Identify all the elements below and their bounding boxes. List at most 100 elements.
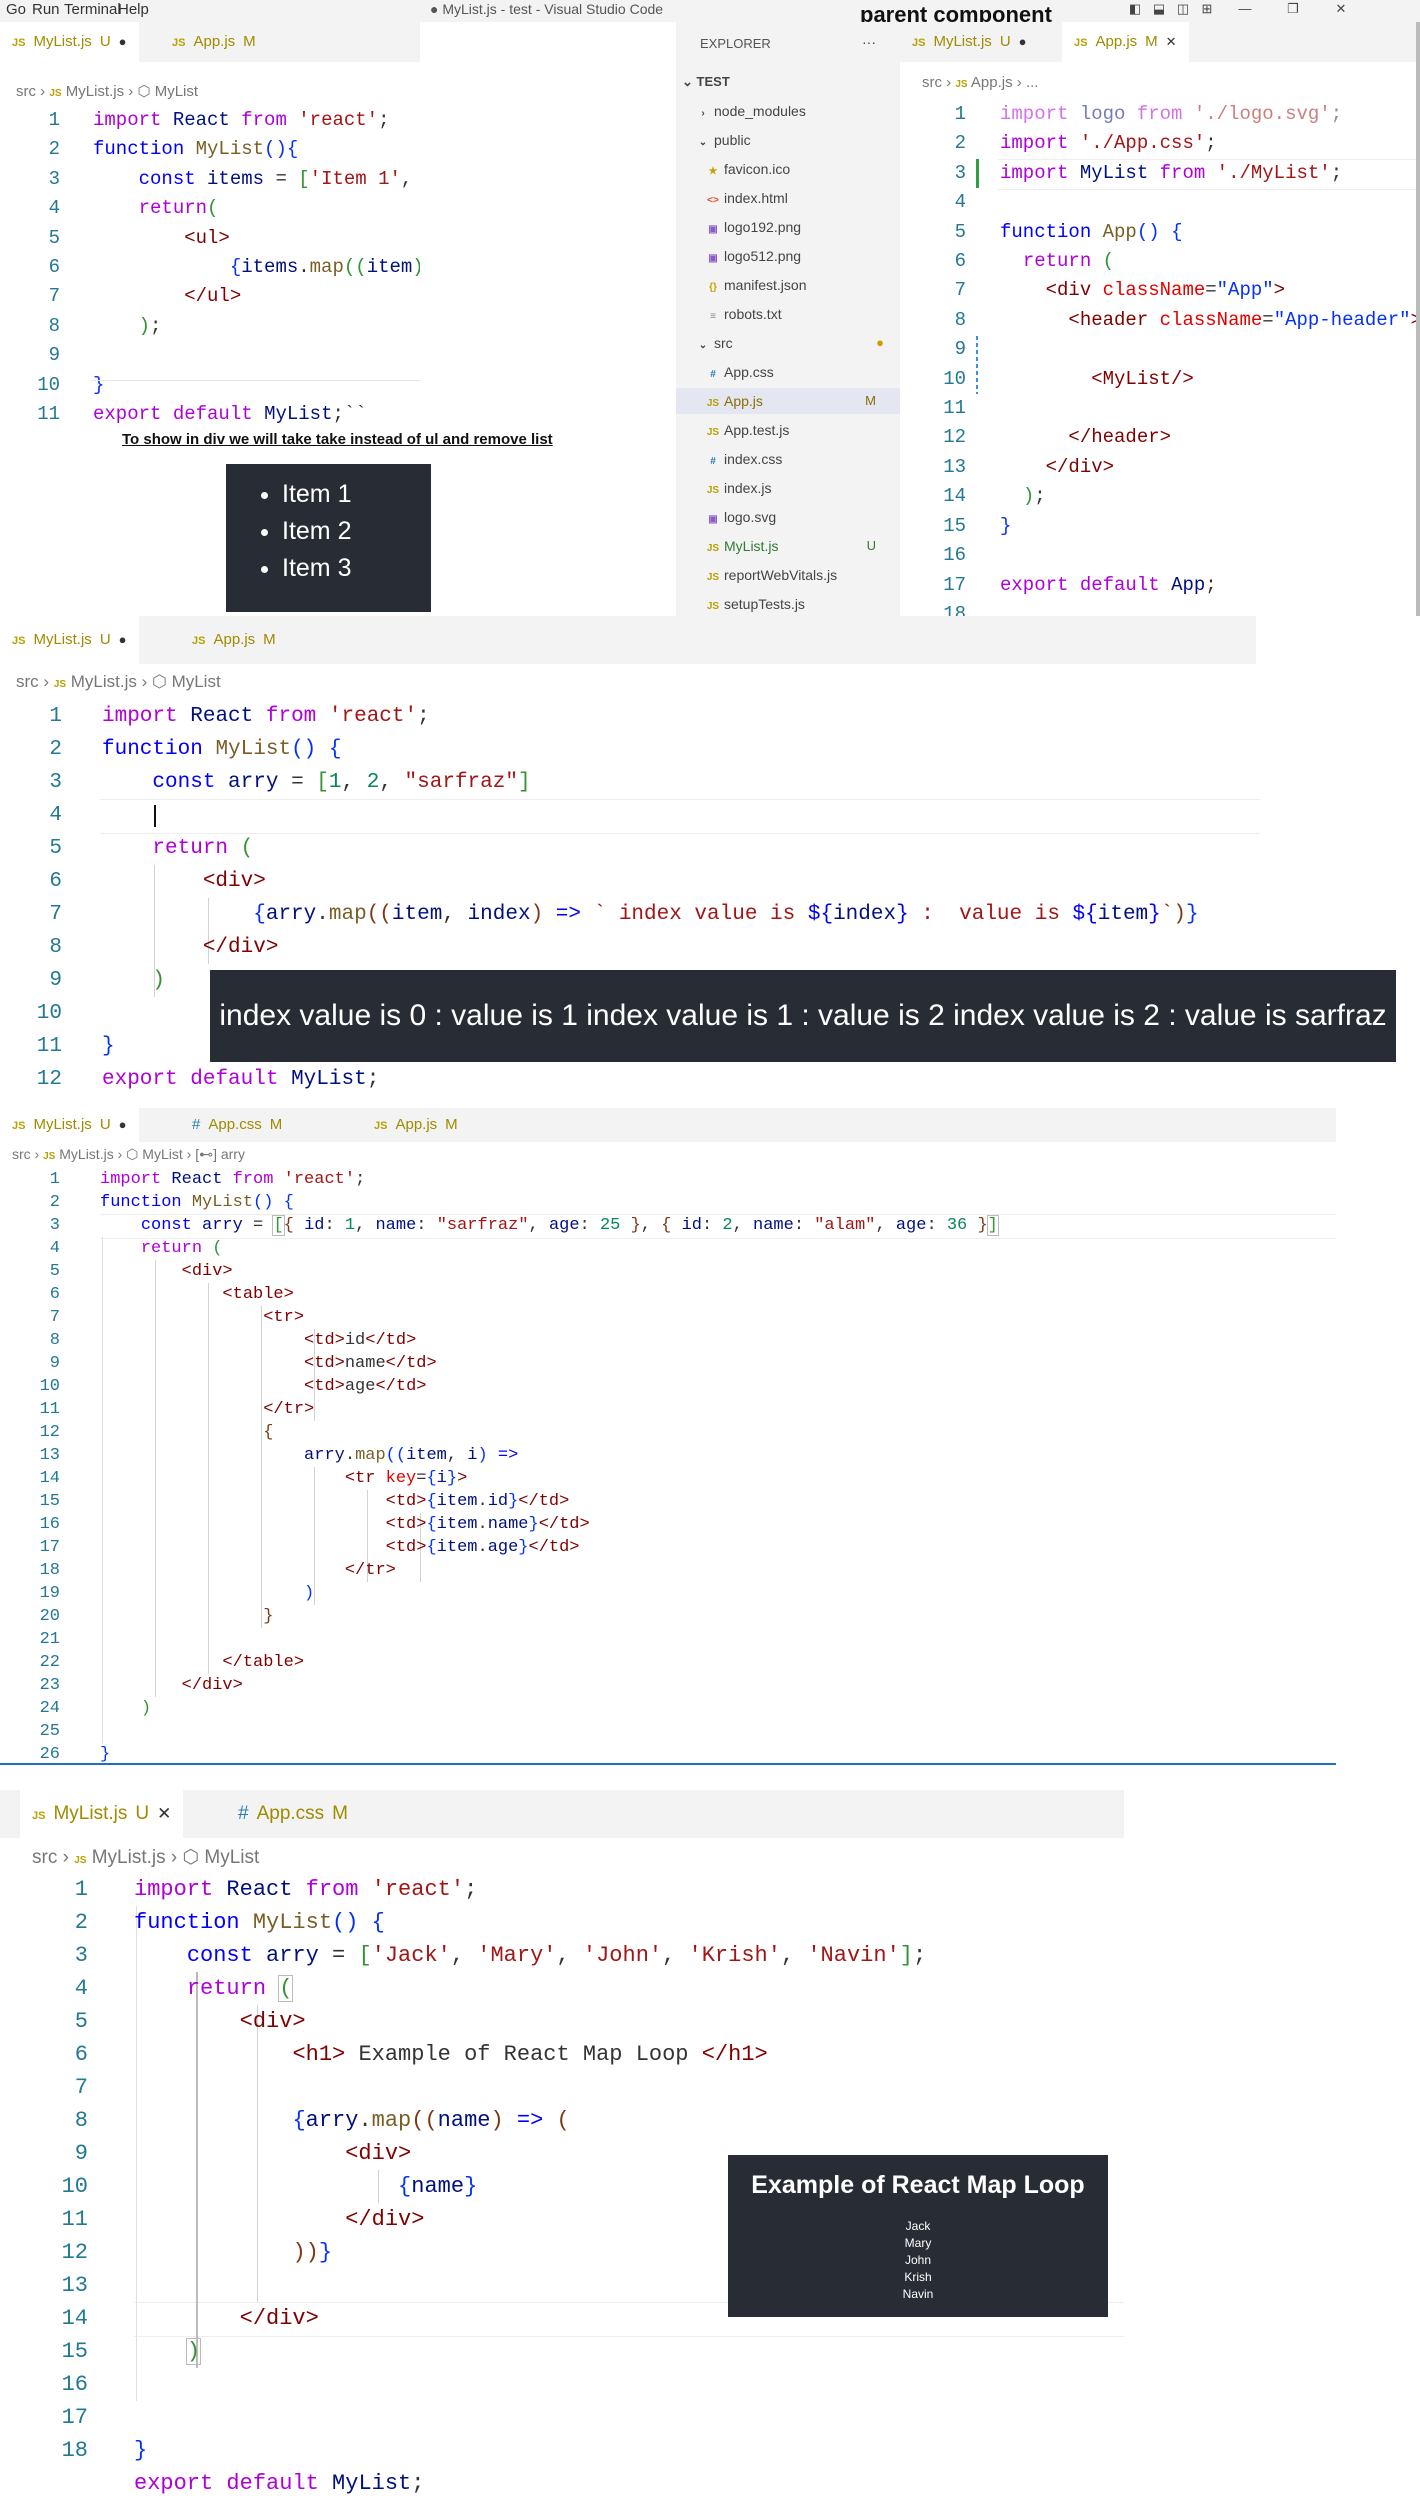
breadcrumb: src › JS MyList.js › ⬡ MyList	[32, 1847, 260, 1868]
tree-item-manifest[interactable]: {} manifest.json	[706, 276, 806, 294]
js-icon: JS	[12, 635, 26, 647]
function-icon: ⬡	[182, 1847, 200, 1868]
js-icon: JS	[1074, 37, 1088, 49]
tab-mylist[interactable]: JS MyList.js U ●	[900, 22, 1039, 62]
more-actions-icon[interactable]: ···	[862, 34, 876, 50]
breadcrumb: src › JS MyList.js › ⬡ MyList	[16, 83, 199, 100]
menu-go[interactable]: Go	[6, 1, 26, 18]
toggle-panel-icon[interactable]: ⬓	[1152, 2, 1166, 16]
html-icon: <>	[707, 195, 719, 206]
star-icon: ★	[708, 166, 718, 177]
tree-item-public[interactable]: ⌄ public	[696, 131, 751, 149]
list-item: Jack	[905, 2219, 931, 2233]
tree-item-index-css[interactable]: # index.css	[706, 450, 782, 468]
layout-icon[interactable]: ⊞	[1200, 2, 1214, 16]
tab-mylist[interactable]: JS MyList.js U ●	[0, 1108, 139, 1142]
tree-item-app-test[interactable]: JS App.test.js	[706, 421, 790, 439]
function-icon: ⬡	[126, 1146, 139, 1162]
menu-run[interactable]: Run	[32, 1, 60, 18]
output-preview: index value is 0 : value is 1 index valu…	[210, 970, 1396, 1062]
js-icon: JS	[192, 635, 206, 647]
list-item: Mary	[904, 2236, 932, 2250]
css-icon: #	[710, 369, 716, 380]
tree-item-src[interactable]: ⌄ src ●	[696, 334, 896, 352]
line-numbers: 1 2 3 4 5 6 7 8 9 10 11 12	[36, 705, 62, 1091]
panel2-tabbar: JS MyList.js U ● JS App.js M	[0, 616, 1256, 664]
tab-app-css[interactable]: # App.css M	[180, 1108, 294, 1142]
breadcrumb: src › JS App.js › ...	[922, 74, 1039, 91]
tab-app[interactable]: JS App.js M	[180, 616, 288, 664]
json-icon: {}	[709, 282, 717, 293]
tab-app[interactable]: JS App.js M ✕	[1062, 22, 1189, 62]
css-icon: #	[710, 456, 716, 467]
panel1-editor[interactable]: 1 2 3 4 5 6 7 8 9 10 11 import React from 'react';…	[0, 106, 420, 436]
line-numbers: 1 2 3 4 5 6 7 8 9 10 11 12 13 14 15 16 17 18	[943, 103, 966, 616]
menu-terminal[interactable]: Terminal	[64, 1, 121, 18]
tree-item-mylist[interactable]: JS MyList.js U	[706, 537, 876, 555]
breadcrumb: src › JS MyList.js › ⬡ MyList	[16, 672, 221, 691]
js-icon: JS	[706, 427, 720, 438]
note-text: To show in div we will take take instead…	[122, 431, 553, 448]
explorer-panel: EXPLORER ··· ⌄ TEST › node_modules ⌄ publi…	[676, 22, 900, 616]
tree-item-index-js[interactable]: JS index.js	[706, 479, 772, 497]
explorer-header: EXPLORER	[700, 36, 771, 51]
function-icon: ⬡	[137, 83, 151, 100]
tree-item-app-js[interactable]: JS App.js M	[706, 392, 876, 410]
panel3-editor[interactable]: 1 2 3 4 5 6 7 8 9 10 11 12 13 14 15 16 17 18 19 20 21 22 23 24 2…	[0, 1168, 1336, 1764]
tree-item-robots[interactable]: ≡ robots.txt	[706, 305, 782, 323]
js-icon: JS	[12, 37, 26, 49]
image-icon: ▣	[708, 514, 718, 525]
chevron-right-icon: ›	[701, 108, 705, 119]
toggle-sidebar-icon[interactable]: ◧	[1128, 2, 1142, 16]
window-title: ● MyList.js - test - Visual Studio Code	[430, 1, 664, 17]
list-item: Item 2	[282, 513, 431, 550]
menu-bar: Go Run Terminal Help ● MyList.js - test …	[0, 0, 1420, 22]
tree-item-logo-svg[interactable]: ▣ logo.svg	[706, 508, 776, 526]
js-icon: JS	[912, 37, 926, 49]
tree-item-node-modules[interactable]: › node_modules	[696, 102, 806, 120]
output-title: Example of React Map Loop	[751, 2171, 1085, 2199]
app-panel-tabbar: JS MyList.js U ● JS App.js M ✕	[900, 22, 1420, 62]
js-icon: JS	[32, 1810, 46, 1822]
close-icon[interactable]: ✕	[157, 1804, 171, 1823]
function-icon: ⬡	[151, 672, 167, 691]
tree-item-logo512[interactable]: ▣ logo512.png	[706, 247, 801, 265]
tab-app[interactable]: JS App.js M	[362, 1108, 470, 1142]
tree-item-favicon[interactable]: ★ favicon.ico	[706, 160, 791, 178]
js-icon: JS	[12, 1120, 26, 1132]
tab-app[interactable]: JS App.js M	[160, 22, 268, 62]
tab-mylist[interactable]: JS MyList.js U ●	[0, 22, 139, 62]
panel4-tabbar: JS MyList.js U ✕ # App.css M	[0, 1790, 1124, 1838]
tree-item-logo192[interactable]: ▣ logo192.png	[706, 218, 801, 236]
tree-item-index-html[interactable]: <> index.html	[706, 189, 788, 207]
tab-mylist[interactable]: JS MyList.js U ●	[0, 616, 139, 664]
tab-mylist[interactable]: JS MyList.js U ✕	[20, 1790, 184, 1838]
css-icon: #	[192, 1116, 201, 1133]
chevron-down-icon: ⌄	[698, 137, 708, 148]
image-icon: ▣	[708, 253, 718, 264]
close-window-icon[interactable]: ✕	[1334, 2, 1348, 16]
output-preview: Item 1 Item 2 Item 3	[226, 464, 431, 612]
minimize-icon[interactable]: —	[1238, 2, 1252, 16]
menu-help[interactable]: Help	[118, 1, 149, 18]
tab-app-css[interactable]: # App.css M	[226, 1790, 360, 1838]
panel3-tabbar: JS MyList.js U ● # App.css M JS App.js M	[0, 1108, 1336, 1142]
image-icon: ▣	[708, 224, 718, 235]
text-file-icon: ≡	[710, 311, 716, 322]
list-item: Krish	[904, 2270, 932, 2284]
app-editor[interactable]: 1 2 3 4 5 6 7 8 9 10 11 12 13 14 15 16 17 18 import logo …	[900, 100, 1420, 616]
tree-item-app-css[interactable]: # App.css	[706, 363, 774, 381]
js-icon: JS	[172, 37, 186, 49]
close-icon[interactable]: ✕	[1166, 34, 1177, 49]
tree-item-report-web-vitals[interactable]: JS reportWebVitals.js	[706, 566, 837, 584]
list-item: Item 1	[282, 476, 431, 513]
tree-item-setup-tests[interactable]: JS setupTests.js	[706, 595, 805, 613]
explorer-root[interactable]: ⌄ TEST	[682, 74, 730, 90]
output-preview: Example of React Map Loop Jack Mary John…	[728, 2155, 1108, 2317]
breadcrumb: src › JS MyList.js › ⬡ MyList › [⊷] arry	[12, 1146, 245, 1162]
toggle-secondary-icon[interactable]: ◫	[1176, 2, 1190, 16]
scrollbar[interactable]	[1416, 22, 1420, 616]
list-item: John	[904, 2253, 932, 2267]
line-numbers: 1 2 3 4 5 6 7 8 9 10 11	[37, 109, 60, 426]
restore-icon[interactable]: ❐	[1286, 2, 1300, 16]
